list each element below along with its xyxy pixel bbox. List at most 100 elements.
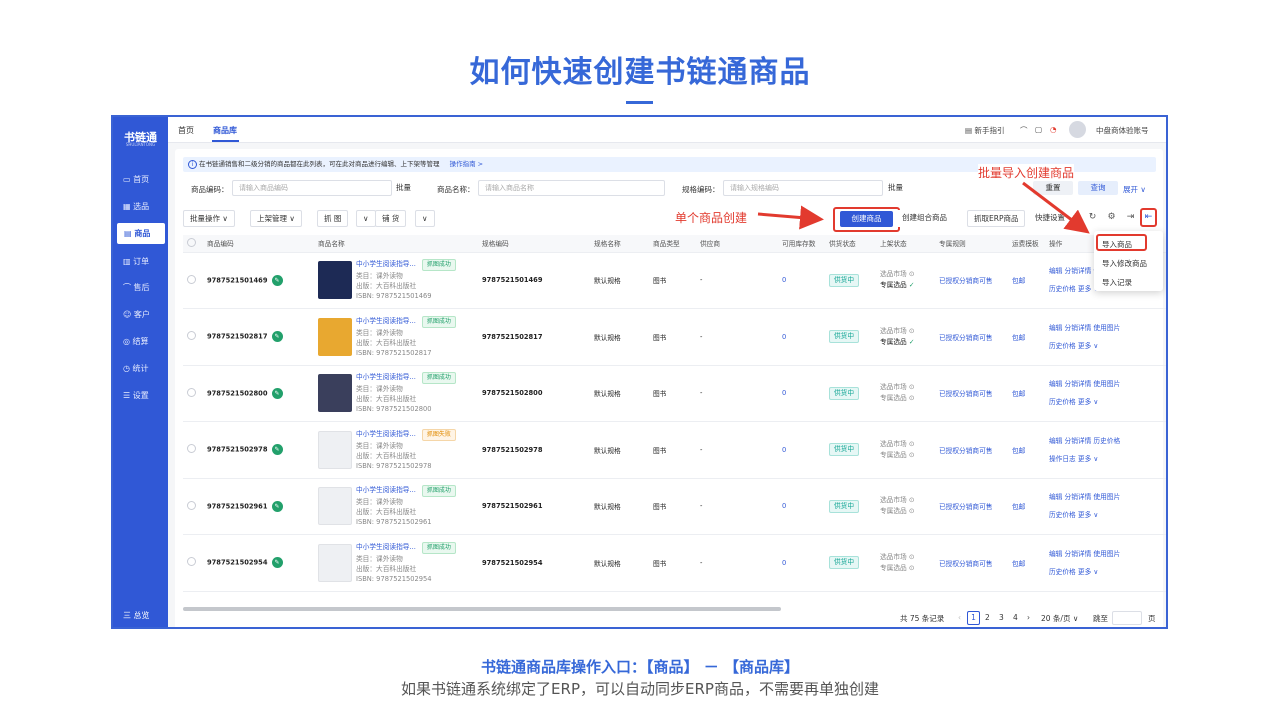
product-name[interactable]: 中小学生阅读指导... (356, 317, 416, 325)
sidebar-item-1[interactable]: ▦ 选品 (113, 196, 168, 217)
stock-dropdown[interactable]: ∨ (415, 210, 435, 227)
freight-template[interactable]: 包邮 (1012, 560, 1025, 568)
page-3[interactable]: 3 (999, 613, 1004, 622)
product-name[interactable]: 中小学生阅读指导... (356, 260, 416, 268)
select-all-checkbox[interactable] (187, 237, 196, 247)
page-1[interactable]: 1 (967, 611, 980, 625)
sidebar-item-0[interactable]: ▭ 首页 (113, 169, 168, 190)
exclusive-rule[interactable]: 已授权分销商可售 (939, 334, 993, 342)
spec-input[interactable]: 请输入规格编码 (723, 180, 883, 196)
stock-count[interactable]: 0 (782, 559, 786, 567)
product-name[interactable]: 中小学生阅读指导... (356, 430, 416, 438)
shelf-mgmt-button[interactable]: 上架管理 ∨ (250, 210, 302, 227)
sidebar-item-2[interactable]: ▤ 商品 (117, 223, 165, 244)
bell-icon[interactable]: ◔ (1050, 125, 1057, 134)
stock-count[interactable]: 0 (782, 446, 786, 454)
product-publisher: 出版：大百科出版社 (356, 564, 417, 573)
product-name[interactable]: 中小学生阅读指导... (356, 486, 416, 494)
row-checkbox[interactable] (187, 331, 196, 341)
stock-count[interactable]: 0 (782, 333, 786, 341)
exclusive-rule[interactable]: 已授权分销商可售 (939, 390, 993, 398)
row-actions-1[interactable]: 编辑 分销详情 使用图片 (1049, 488, 1166, 506)
sidebar-item-3[interactable]: ▥ 订单 (113, 251, 168, 272)
sidebar-item-4[interactable]: ⌒ 售后 (113, 277, 168, 298)
batch-ops-button[interactable]: 批量操作 ∨ (183, 210, 235, 227)
overview-button[interactable]: 三 总览 (123, 610, 150, 621)
row-actions-1[interactable]: 编辑 分销详情 使用图片 (1049, 375, 1166, 393)
edit-badge-icon[interactable]: ✎ (271, 331, 283, 343)
edit-badge-icon[interactable]: ✎ (271, 387, 283, 399)
query-button[interactable]: 查询 (1078, 181, 1118, 195)
row-actions-1[interactable]: 编辑 分销详情 使用图片 (1049, 319, 1166, 337)
refresh-icon[interactable]: ↻ (1087, 211, 1098, 224)
batch-code-button[interactable]: 批量 (396, 180, 411, 196)
row-actions-2[interactable]: 操作日志 更多 ∨ (1049, 450, 1166, 468)
horizontal-scrollbar[interactable] (183, 607, 781, 611)
row-actions-1[interactable]: 编辑 分销详情 历史价格 (1049, 432, 1166, 450)
row-actions-1[interactable]: 编辑 分销详情 使用图片 (1049, 545, 1166, 563)
sidebar-item-8[interactable]: ☰ 设置 (113, 385, 168, 406)
row-checkbox[interactable] (187, 274, 196, 284)
freight-template[interactable]: 包邮 (1012, 447, 1025, 455)
account-name[interactable]: 中盘商体验账号 (1096, 125, 1149, 136)
shelf-status-icon: ⊙ (906, 507, 915, 516)
edit-badge-icon[interactable]: ✎ (271, 444, 283, 456)
freight-template[interactable]: 包邮 (1012, 277, 1025, 285)
freight-template[interactable]: 包邮 (1012, 390, 1025, 398)
avatar[interactable] (1069, 121, 1086, 138)
row-checkbox[interactable] (187, 387, 196, 397)
row-checkbox[interactable] (187, 500, 196, 510)
row-actions-2[interactable]: 历史价格 更多 ∨ (1049, 337, 1166, 355)
prev-page-icon[interactable]: ‹ (958, 613, 961, 622)
edit-badge-icon[interactable]: ✎ (271, 500, 283, 512)
exclusive-rule[interactable]: 已授权分销商可售 (939, 447, 993, 455)
page-4[interactable]: 4 (1013, 613, 1018, 622)
stock-count[interactable]: 0 (782, 502, 786, 510)
guide-link[interactable]: ▤ 新手指引 (965, 125, 1004, 136)
freight-template[interactable]: 包邮 (1012, 503, 1025, 511)
name-input[interactable]: 请输入商品名称 (478, 180, 665, 196)
edit-badge-icon[interactable]: ✎ (271, 274, 283, 286)
exclusive-rule[interactable]: 已授权分销商可售 (939, 277, 993, 285)
grab-image-dropdown[interactable]: ∨ (356, 210, 376, 227)
edit-badge-icon[interactable]: ✎ (271, 557, 283, 569)
freight-template[interactable]: 包邮 (1012, 334, 1025, 342)
top-nav-product-library[interactable]: 商品库 (213, 125, 237, 136)
row-checkbox[interactable] (187, 444, 196, 454)
sidebar-item-6[interactable]: ◎ 结算 (113, 331, 168, 352)
expand-button[interactable]: 展开 ∨ (1123, 184, 1146, 195)
clipboard-icon[interactable]: ▢ (1035, 125, 1042, 134)
product-name[interactable]: 中小学生阅读指导... (356, 543, 416, 551)
export-icon[interactable]: ⇥ (1125, 211, 1136, 224)
reset-button[interactable]: 重置 (1033, 181, 1073, 195)
grab-erp-button[interactable]: 抓取ERP商品 (967, 210, 1026, 227)
page-size-select[interactable]: 20 条/页 ∨ (1041, 613, 1078, 624)
code-input[interactable]: 请输入商品编码 (232, 180, 392, 196)
menu-import-record[interactable]: 导入记录 (1102, 277, 1132, 288)
top-nav-home[interactable]: 首页 (178, 125, 194, 136)
exclusive-rule[interactable]: 已授权分销商可售 (939, 560, 993, 568)
guide-link[interactable]: 操作指南 > (450, 160, 484, 168)
row-actions-2[interactable]: 历史价格 更多 ∨ (1049, 506, 1166, 524)
stock-count[interactable]: 0 (782, 276, 786, 284)
grab-image-button[interactable]: 抓 图 (317, 210, 349, 227)
help-icon[interactable]: ⌒ (1020, 125, 1028, 136)
jump-input[interactable] (1112, 611, 1142, 625)
batch-spec-button[interactable]: 批量 (888, 180, 903, 196)
sidebar-item-5[interactable]: ☺ 客户 (113, 304, 168, 325)
menu-import-modify[interactable]: 导入修改商品 (1102, 258, 1147, 269)
stock-button[interactable]: 铺 货 (375, 210, 407, 227)
row-actions-2[interactable]: 历史价格 更多 ∨ (1049, 563, 1166, 581)
page-2[interactable]: 2 (985, 613, 990, 622)
sidebar-item-7[interactable]: ◷ 统计 (113, 358, 168, 379)
product-name[interactable]: 中小学生阅读指导... (356, 373, 416, 381)
stock-count[interactable]: 0 (782, 389, 786, 397)
next-page-icon[interactable]: › (1027, 613, 1030, 622)
settings-icon[interactable]: ⚙ (1106, 211, 1117, 224)
quick-settings-button[interactable]: 快捷设置 (1031, 210, 1069, 227)
sidebar-item-label: 结算 (132, 337, 149, 346)
row-actions-2[interactable]: 历史价格 更多 ∨ (1049, 393, 1166, 411)
create-combo-button[interactable]: 创建组合商品 (896, 210, 953, 227)
exclusive-rule[interactable]: 已授权分销商可售 (939, 503, 993, 511)
row-checkbox[interactable] (187, 557, 196, 567)
